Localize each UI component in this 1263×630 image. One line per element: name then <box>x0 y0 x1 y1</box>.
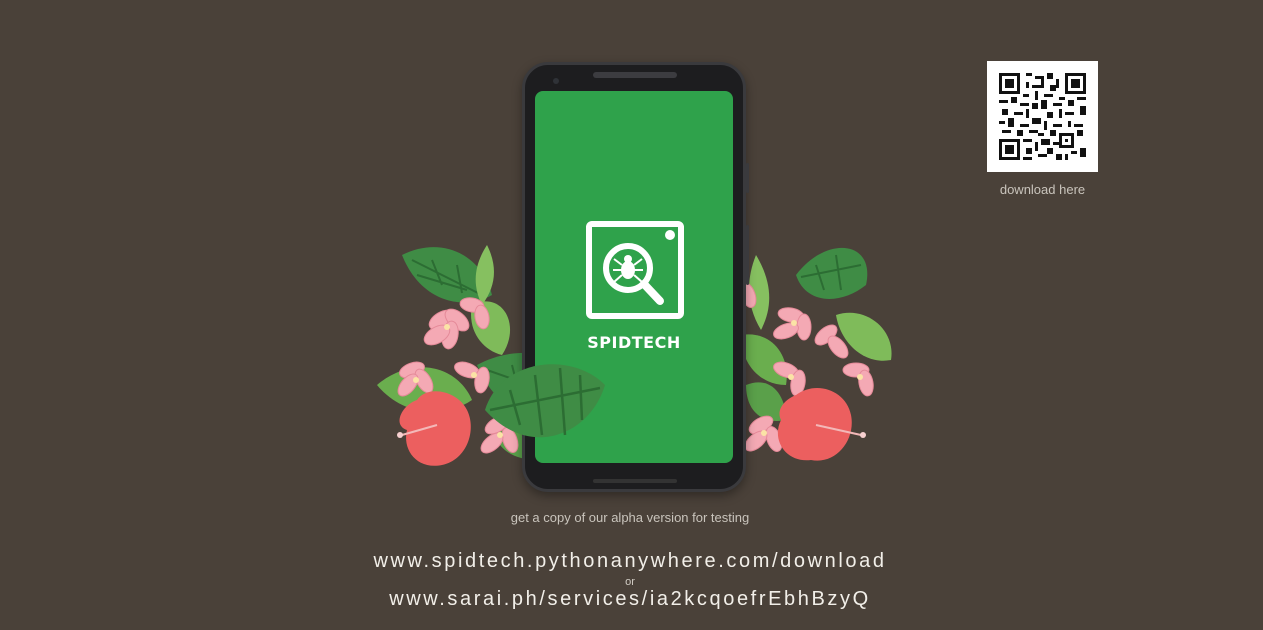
phone-power-button <box>746 163 749 193</box>
download-link-primary[interactable]: www.spidtech.pythonanywhere.com/download <box>300 550 960 573</box>
bug-magnifier-icon <box>586 221 684 319</box>
link-separator: or <box>625 576 635 588</box>
qr-caption: download here <box>999 182 1086 197</box>
download-poster: SPIDTECH download here get a copy of our… <box>0 0 1263 630</box>
phone-bottom-bar <box>593 479 677 483</box>
qr-code[interactable] <box>987 61 1098 172</box>
download-link-secondary[interactable]: www.sarai.ph/services/ia2kcqoefrEbhBzyQ <box>300 588 960 611</box>
phone-volume-button <box>746 225 749 285</box>
monstera-leaf-overlay <box>485 364 605 438</box>
tagline: get a copy of our alpha version for test… <box>510 510 750 525</box>
qr-code-icon <box>999 73 1086 160</box>
phone-speaker <box>593 72 677 78</box>
phone-camera <box>553 78 559 84</box>
